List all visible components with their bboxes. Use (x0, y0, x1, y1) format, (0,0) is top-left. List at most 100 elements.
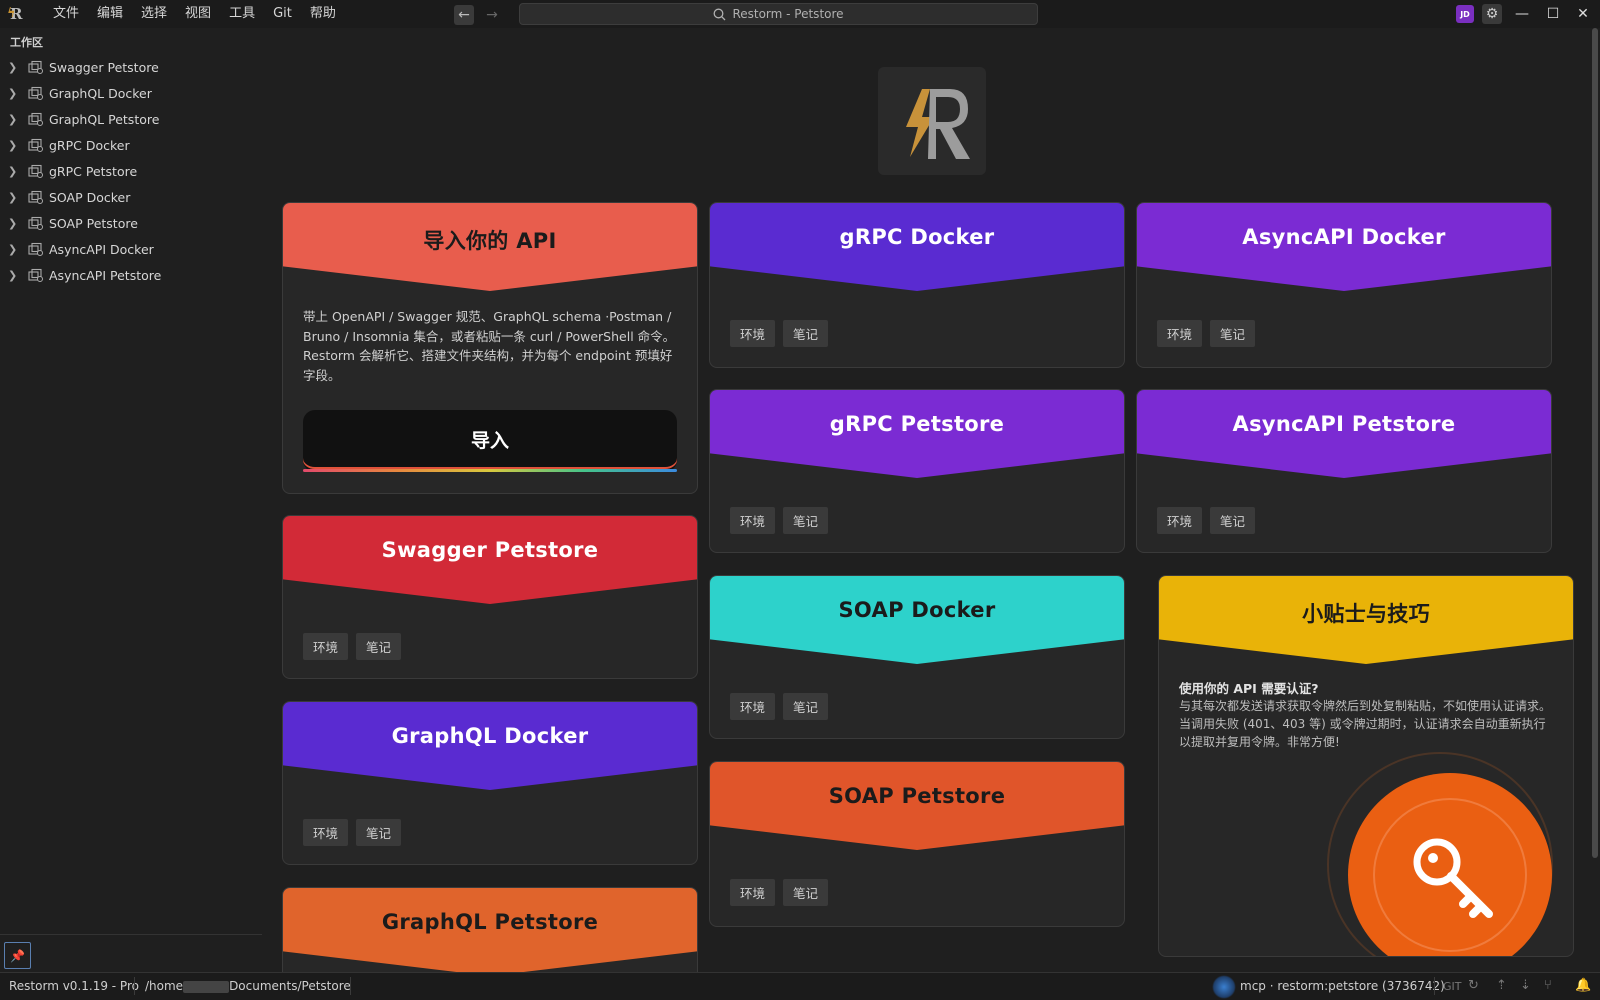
chevron-right-icon[interactable]: ❯ (8, 139, 22, 152)
sidebar-item[interactable]: ❯ Swagger Petstore (0, 54, 262, 80)
bell-icon[interactable]: 🔔 (1575, 978, 1591, 993)
git-label: GIT (1443, 980, 1462, 993)
chevron-right-icon[interactable]: ❯ (8, 191, 22, 204)
collection-icon (28, 112, 43, 126)
divider (350, 977, 351, 995)
collection-tags: 环境 笔记 (1157, 507, 1256, 534)
pull-icon[interactable]: ⇣ (1520, 978, 1531, 993)
collection-card[interactable]: Swagger Petstore 环境 笔记 (282, 515, 698, 679)
menu-git[interactable]: Git (264, 0, 301, 28)
notes-tag[interactable]: 笔记 (1210, 507, 1256, 534)
maximize-icon[interactable]: ☐ (1543, 4, 1563, 24)
minimize-icon[interactable]: — (1512, 4, 1532, 24)
chevron-right-icon[interactable]: ❯ (8, 243, 22, 256)
collection-card[interactable]: SOAP Docker 环境 笔记 (709, 575, 1125, 739)
import-button-label: 导入 (470, 430, 509, 452)
chevron-right-icon[interactable]: ❯ (8, 269, 22, 282)
refresh-icon[interactable]: ↻ (1468, 978, 1479, 993)
chevron-right-icon[interactable]: ❯ (8, 165, 22, 178)
chevron-right-icon[interactable]: ❯ (8, 87, 22, 100)
collection-card-title: SOAP Docker (838, 598, 996, 622)
env-tag[interactable]: 环境 (730, 879, 776, 906)
path-suffix: Documents/Petstore (229, 979, 351, 993)
notes-tag[interactable]: 笔记 (1210, 320, 1256, 347)
collection-card-title: GraphQL Docker (391, 724, 589, 748)
menu-file[interactable]: 文件 (44, 0, 88, 28)
collection-card[interactable]: SOAP Petstore 环境 笔记 (709, 761, 1125, 927)
collection-icon (28, 216, 43, 230)
menu-tools[interactable]: 工具 (220, 0, 264, 28)
close-icon[interactable]: ✕ (1573, 4, 1593, 24)
collection-card-title: gRPC Docker (839, 225, 995, 249)
divider (134, 977, 135, 995)
import-card: 导入你的 API 带上 OpenAPI / Swagger 规范、GraphQL… (282, 202, 698, 494)
sidebar-item[interactable]: ❯ AsyncAPI Petstore (0, 262, 262, 288)
env-tag[interactable]: 环境 (730, 693, 776, 720)
gear-icon[interactable]: ⚙ (1482, 4, 1502, 24)
restorm-logo (878, 67, 986, 175)
notes-tag[interactable]: 笔记 (783, 320, 829, 347)
sidebar-item[interactable]: ❯ AsyncAPI Docker (0, 236, 262, 262)
back-arrow-icon[interactable]: ← (454, 5, 474, 25)
avatar[interactable]: JD (1456, 5, 1474, 23)
notes-tag[interactable]: 笔记 (356, 633, 402, 660)
notes-tag[interactable]: 笔记 (356, 819, 402, 846)
collection-icon (28, 86, 43, 100)
push-icon[interactable]: ⇡ (1496, 978, 1507, 993)
chevron-right-icon[interactable]: ❯ (8, 113, 22, 126)
env-tag[interactable]: 环境 (303, 633, 349, 660)
menu-edit[interactable]: 编辑 (88, 0, 132, 28)
collection-tags: 环境 笔记 (730, 320, 829, 347)
path-prefix: /home (145, 979, 184, 993)
mcp-status[interactable]: mcp · restorm:petstore (3736742) (1240, 979, 1445, 993)
menu-help[interactable]: 帮助 (301, 0, 345, 28)
collection-card[interactable]: GraphQL Docker 环境 笔记 (282, 701, 698, 865)
branch-icon[interactable]: ⑂ (1544, 978, 1552, 993)
notes-tag[interactable]: 笔记 (783, 879, 829, 906)
chevron-right-icon[interactable]: ❯ (8, 217, 22, 230)
env-tag[interactable]: 环境 (303, 819, 349, 846)
sidebar-item[interactable]: ❯ SOAP Docker (0, 184, 262, 210)
env-tag[interactable]: 环境 (1157, 320, 1203, 347)
tips-card-title: 小贴士与技巧 (1302, 602, 1430, 626)
collection-card[interactable]: AsyncAPI Docker 环境 笔记 (1136, 202, 1552, 368)
app-logo[interactable]: ϟR (7, 5, 28, 23)
pin-icon[interactable]: 📌 (4, 942, 31, 969)
env-tag[interactable]: 环境 (730, 320, 776, 347)
sidebar-item[interactable]: ❯ GraphQL Petstore (0, 106, 262, 132)
notes-tag[interactable]: 笔记 (783, 693, 829, 720)
env-tag[interactable]: 环境 (1157, 507, 1203, 534)
sidebar-item-label: SOAP Petstore (49, 215, 138, 231)
mcp-icon[interactable] (1212, 975, 1236, 999)
env-tag[interactable]: 环境 (730, 507, 776, 534)
collection-card[interactable]: gRPC Petstore 环境 笔记 (709, 389, 1125, 553)
collection-card-banner: Swagger Petstore (283, 516, 697, 604)
sidebar-item[interactable]: ❯ GraphQL Docker (0, 80, 262, 106)
chevron-right-icon[interactable]: ❯ (8, 61, 22, 74)
sidebar: 工作区 ❯ Swagger Petstore ❯ GraphQL Docker ❯ Gra… (0, 28, 262, 972)
collection-card-title: Swagger Petstore (381, 538, 599, 562)
status-bar: Restorm v0.1.19 - Pro /home Documents/Pet… (0, 972, 1600, 1000)
import-button[interactable]: 导入 (303, 410, 677, 472)
sidebar-item[interactable]: ❯ SOAP Petstore (0, 210, 262, 236)
collection-tags: 环境 笔记 (303, 819, 402, 846)
scrollbar[interactable] (1590, 28, 1600, 972)
workspace-path[interactable]: /home Documents/Petstore (145, 979, 351, 993)
scrollbar-thumb[interactable] (1592, 28, 1598, 858)
tips-body: 与其每次都发送请求获取令牌然后到处复制粘贴，不如使用认证请求。当调用失败 (40… (1179, 699, 1552, 749)
notes-tag[interactable]: 笔记 (783, 507, 829, 534)
forward-arrow-icon[interactable]: → (482, 5, 502, 25)
sidebar-item[interactable]: ❯ gRPC Petstore (0, 158, 262, 184)
collection-card[interactable]: GraphQL Petstore (282, 887, 698, 972)
collection-card[interactable]: gRPC Docker 环境 笔记 (709, 202, 1125, 368)
command-search-box[interactable]: Restorm - Petstore (519, 3, 1038, 25)
collection-tags: 环境 笔记 (303, 633, 402, 660)
menu-selection[interactable]: 选择 (132, 0, 176, 28)
collection-card[interactable]: AsyncAPI Petstore 环境 笔记 (1136, 389, 1552, 553)
collection-icon (28, 242, 43, 256)
collection-card-banner: SOAP Docker (710, 576, 1124, 664)
menu-view[interactable]: 视图 (176, 0, 220, 28)
sidebar-item-label: AsyncAPI Petstore (49, 267, 162, 283)
sidebar-item-label: Swagger Petstore (49, 59, 159, 75)
sidebar-item[interactable]: ❯ gRPC Docker (0, 132, 262, 158)
